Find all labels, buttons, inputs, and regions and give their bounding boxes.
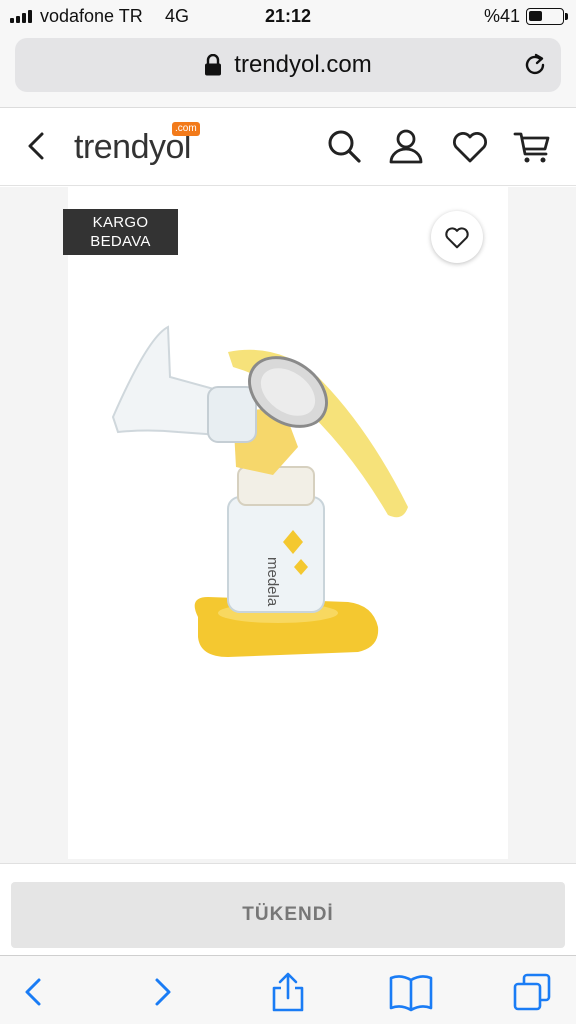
heart-outline-icon (445, 227, 469, 249)
purchase-bar: TÜKENDİ (0, 863, 576, 955)
address-bar[interactable]: trendyol.com (15, 38, 561, 92)
battery-level (529, 11, 542, 21)
logo-badge: .com (172, 122, 200, 136)
bottle-brand-text: medela (264, 557, 281, 607)
lock-icon (205, 54, 222, 76)
badge-line-2: BEDAVA (90, 233, 151, 250)
browser-toolbar (0, 955, 576, 1024)
sold-out-button[interactable]: TÜKENDİ (11, 882, 565, 948)
bookmarks-icon[interactable] (388, 972, 434, 1012)
battery-percent: %41 (483, 6, 520, 26)
site-header: trendyol .com (0, 108, 576, 186)
reload-icon[interactable] (521, 51, 549, 79)
favorite-button[interactable] (431, 211, 483, 263)
back-arrow-icon[interactable] (14, 972, 54, 1012)
share-icon[interactable] (268, 972, 308, 1012)
browser-address-area: trendyol.com (0, 34, 576, 108)
free-shipping-badge: KARGO BEDAVA (63, 209, 178, 255)
tabs-icon[interactable] (512, 972, 552, 1012)
breast-pump-image: medela (111, 325, 408, 657)
trendyol-logo[interactable]: trendyol .com (74, 122, 200, 170)
back-icon[interactable] (22, 130, 52, 162)
cart-icon[interactable] (512, 126, 552, 166)
heart-icon[interactable] (450, 126, 490, 166)
url-text: trendyol.com (234, 51, 372, 78)
battery-tip (565, 13, 568, 20)
user-icon[interactable] (386, 126, 426, 166)
battery-icon (526, 8, 564, 25)
product-image-card[interactable]: KARGO BEDAVA medela (63, 187, 508, 859)
badge-line-1: KARGO (92, 214, 149, 231)
forward-arrow-icon[interactable] (142, 972, 182, 1012)
address-bar-content: trendyol.com (15, 38, 561, 92)
product-gallery: KARGO BEDAVA medela (0, 187, 576, 863)
status-bar: vodafone TR 4G 21:12 %41 (0, 0, 576, 34)
search-icon[interactable] (324, 126, 364, 166)
